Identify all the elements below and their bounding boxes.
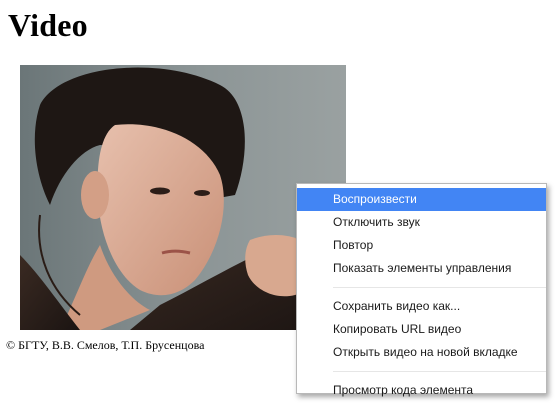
menu-item-inspect-element[interactable]: Просмотр кода элемента <box>297 379 546 402</box>
video-caption: © БГТУ, В.В. Смелов, Т.П. Брусенцова <box>6 338 205 352</box>
menu-item-play[interactable]: Воспроизвести <box>297 188 546 211</box>
menu-item-show-controls[interactable]: Показать элементы управления <box>297 257 546 280</box>
menu-separator <box>333 371 546 372</box>
menu-item-loop[interactable]: Повтор <box>297 234 546 257</box>
menu-item-open-video-new-tab[interactable]: Открыть видео на новой вкладке <box>297 341 546 364</box>
menu-separator <box>333 287 546 288</box>
page-title: Video <box>8 7 88 43</box>
video-context-menu: Воспроизвести Отключить звук Повтор Пока… <box>296 183 547 397</box>
menu-item-copy-video-url[interactable]: Копировать URL видео <box>297 318 546 341</box>
menu-item-save-video[interactable]: Сохранить видео как... <box>297 295 546 318</box>
menu-item-mute[interactable]: Отключить звук <box>297 211 546 234</box>
